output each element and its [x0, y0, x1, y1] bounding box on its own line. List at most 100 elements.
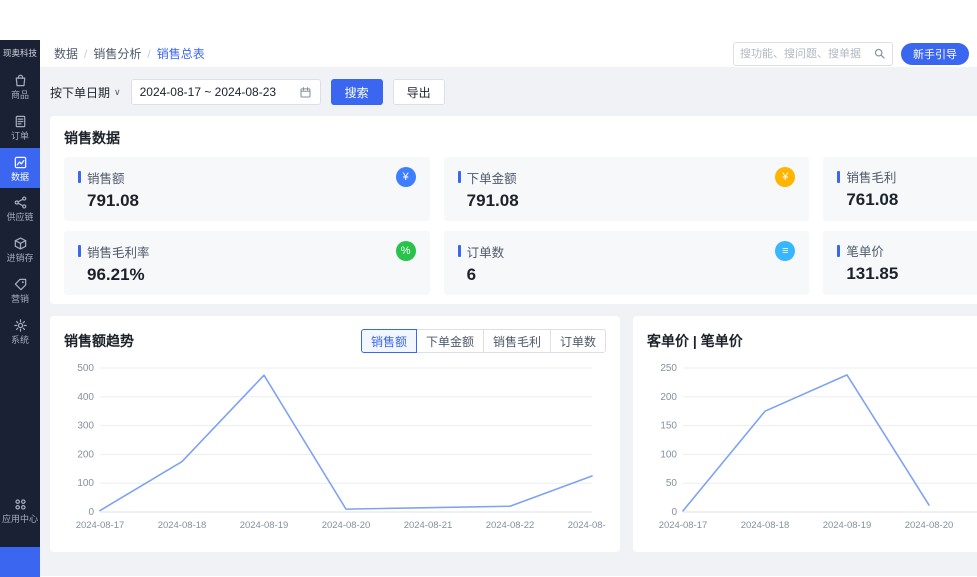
order-count-icon: ≡ — [775, 241, 795, 261]
guide-button[interactable]: 新手引导 — [901, 43, 969, 65]
breadcrumb: 数据 / 销售分析 / 销售总表 — [54, 45, 205, 62]
stat-label: 订单数 — [467, 242, 505, 261]
unit-price-chart: 0501001502002502024-08-172024-08-182024-… — [647, 358, 977, 534]
global-search-box[interactable] — [733, 42, 893, 66]
sales-amount-icon: ¥ — [396, 167, 416, 187]
svg-text:2024-08-20: 2024-08-20 — [905, 520, 954, 531]
sidebar-item-data[interactable]: 数据 — [0, 148, 40, 189]
unit-price-title: 客单价 | 笔单价 — [647, 331, 743, 351]
sidebar-item-label: 应用中心 — [2, 515, 38, 525]
topbar-right: 新手引导 — [733, 42, 969, 66]
sales-data-panel: 销售数据 销售额¥ 791.08 下单金额¥ 791.08 销售毛利 761.0 — [50, 116, 977, 304]
svg-text:200: 200 — [77, 449, 94, 460]
sales-trend-title: 销售额趋势 — [64, 331, 134, 351]
brand-logo: 现奥科技 — [0, 40, 40, 66]
stat-value: 761.08 — [837, 190, 977, 210]
date-range-input[interactable]: 2024-08-17 ~ 2024-08-23 — [131, 79, 321, 105]
sidebar-item-label: 营销 — [11, 295, 29, 305]
trend-metric-tabs: 销售额 下单金额 销售毛利 订单数 — [361, 329, 606, 353]
main-area: 数据 / 销售分析 / 销售总表 新手引导 按下单日期 ∨ — [40, 40, 977, 577]
stat-accent-bar — [458, 245, 461, 257]
svg-text:2024-08-17: 2024-08-17 — [76, 520, 125, 531]
trend-tab-order-amount[interactable]: 下单金额 — [416, 329, 484, 353]
sidebar-item-label: 订单 — [11, 132, 29, 142]
sidebar-item-app-center[interactable]: 应用中心 — [0, 490, 40, 531]
svg-text:2024-08-19: 2024-08-19 — [823, 520, 872, 531]
sidebar-item-label: 进销存 — [6, 254, 33, 264]
svg-text:300: 300 — [77, 421, 94, 432]
sidebar-item-marketing[interactable]: 营销 — [0, 270, 40, 311]
unit-price-header: 客单价 | 笔单价 — [647, 328, 977, 354]
sidebar-collapse-button[interactable] — [0, 547, 40, 577]
stat-label: 笔单价 — [846, 241, 884, 260]
svg-text:2024-08-17: 2024-08-17 — [659, 520, 708, 531]
stat-label: 销售毛利率 — [87, 242, 150, 261]
page-content: 按下单日期 ∨ 2024-08-17 ~ 2024-08-23 搜索 导出 销售… — [40, 68, 977, 552]
breadcrumb-separator: / — [84, 47, 87, 61]
sidebar-item-orders[interactable]: 订单 — [0, 107, 40, 148]
sales-trend-chart: 01002003004005002024-08-172024-08-182024… — [64, 358, 606, 534]
breadcrumb-sales-analysis[interactable]: 销售分析 — [93, 45, 141, 62]
unit-price-card: 客单价 | 笔单价 0501001502002502024-08-172024-… — [633, 316, 977, 552]
svg-text:2024-08-18: 2024-08-18 — [741, 520, 790, 531]
sidebar-item-label: 供应链 — [6, 213, 33, 223]
stat-value: 791.08 — [78, 191, 416, 211]
sidebar-item-label: 商品 — [11, 91, 29, 101]
stat-accent-bar — [837, 245, 840, 257]
svg-text:2024-08-21: 2024-08-21 — [404, 520, 453, 531]
app-root: 现奥科技 商品 订单 数据 供应链 进销存 — [0, 0, 977, 577]
search-input[interactable] — [740, 48, 873, 60]
stat-card-order-count: 订单数≡ 6 — [444, 231, 810, 295]
breadcrumb-data[interactable]: 数据 — [54, 45, 78, 62]
stat-accent-bar — [78, 171, 81, 183]
gear-icon — [13, 318, 28, 333]
stat-card-per-order-price: 笔单价 131.85 — [823, 231, 977, 295]
sales-panel-title: 销售数据 — [64, 128, 977, 148]
svg-text:150: 150 — [660, 421, 677, 432]
stat-value: 96.21% — [78, 265, 416, 285]
stat-label: 下单金额 — [467, 168, 517, 187]
svg-text:2024-08-18: 2024-08-18 — [158, 520, 207, 531]
sidebar-item-system[interactable]: 系统 — [0, 311, 40, 352]
svg-text:0: 0 — [88, 507, 94, 518]
export-button[interactable]: 导出 — [393, 79, 445, 105]
marketing-icon — [13, 277, 28, 292]
stat-card-gross-margin: 销售毛利率% 96.21% — [64, 231, 430, 295]
sidebar-item-label: 系统 — [11, 336, 29, 346]
date-range-value: 2024-08-17 ~ 2024-08-23 — [140, 85, 276, 99]
search-button[interactable]: 搜索 — [331, 79, 383, 105]
sales-trend-card: 销售额趋势 销售额 下单金额 销售毛利 订单数 0100200300400500… — [50, 316, 620, 552]
trend-tab-order-count[interactable]: 订单数 — [550, 329, 606, 353]
chevron-down-icon: ∨ — [114, 87, 121, 98]
search-icon[interactable] — [873, 47, 886, 60]
sales-trend-header: 销售额趋势 销售额 下单金额 销售毛利 订单数 — [64, 328, 606, 354]
svg-text:2024-08-19: 2024-08-19 — [240, 520, 289, 531]
stat-label: 销售额 — [87, 168, 125, 187]
svg-text:0: 0 — [671, 507, 677, 518]
sidebar-item-label: 数据 — [11, 173, 29, 183]
svg-text:100: 100 — [660, 449, 677, 460]
svg-text:250: 250 — [660, 363, 677, 374]
calendar-icon — [299, 86, 312, 99]
stat-accent-bar — [78, 245, 81, 257]
order-icon — [13, 114, 28, 129]
sidebar-nav: 商品 订单 数据 供应链 进销存 营销 — [0, 66, 40, 352]
svg-text:100: 100 — [77, 478, 94, 489]
app-grid-icon — [13, 497, 28, 512]
svg-text:400: 400 — [77, 392, 94, 403]
charts-row: 销售额趋势 销售额 下单金额 销售毛利 订单数 0100200300400500… — [50, 316, 977, 552]
sidebar-item-supply-chain[interactable]: 供应链 — [0, 188, 40, 229]
topbar: 数据 / 销售分析 / 销售总表 新手引导 — [40, 40, 977, 68]
sidebar-item-products[interactable]: 商品 — [0, 66, 40, 107]
stat-label: 销售毛利 — [846, 167, 896, 186]
trend-tab-sales-amount[interactable]: 销售额 — [361, 329, 417, 353]
svg-text:50: 50 — [666, 478, 678, 489]
gross-margin-icon: % — [396, 241, 416, 261]
trend-tab-gross-profit[interactable]: 销售毛利 — [483, 329, 551, 353]
sidebar-item-inventory[interactable]: 进销存 — [0, 229, 40, 270]
supply-chain-icon — [13, 195, 28, 210]
sidebar: 现奥科技 商品 订单 数据 供应链 进销存 — [0, 40, 40, 577]
date-type-select[interactable]: 按下单日期 ∨ — [50, 84, 121, 101]
svg-text:2024-08-22: 2024-08-22 — [486, 520, 535, 531]
stat-value: 131.85 — [837, 264, 977, 284]
